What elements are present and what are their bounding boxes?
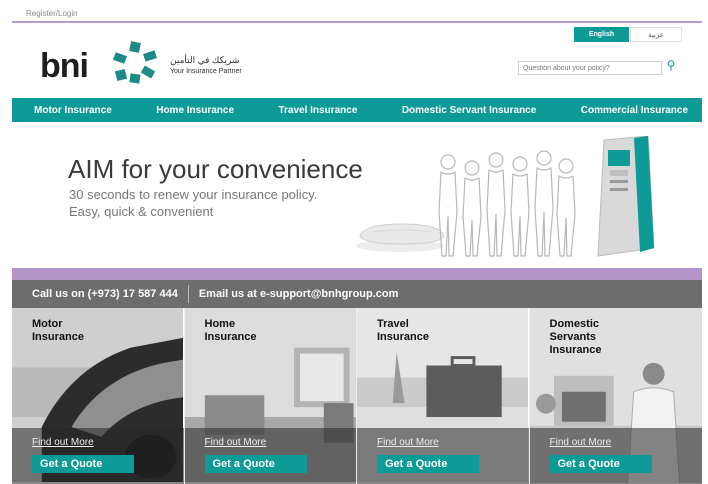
find-out-more-link[interactable]: Find out More: [32, 437, 94, 448]
card-title: Motor Insurance: [32, 318, 84, 343]
get-a-quote-button[interactable]: Get a Quote: [32, 455, 134, 473]
nav-home-insurance[interactable]: Home Insurance: [156, 105, 234, 116]
insurance-cards: Motor Insurance Find out More Get a Quot…: [12, 308, 702, 484]
find-out-more-link[interactable]: Find out More: [205, 437, 267, 448]
nav-commercial-insurance[interactable]: Commercial Insurance: [581, 105, 688, 116]
main-navigation: Motor Insurance Home Insurance Travel In…: [12, 98, 702, 122]
register-login-link[interactable]: Register/Login: [26, 9, 78, 18]
get-a-quote-button[interactable]: Get a Quote: [377, 455, 479, 473]
find-out-more-link[interactable]: Find out More: [550, 437, 612, 448]
nav-motor-insurance[interactable]: Motor Insurance: [34, 105, 112, 116]
bni-logo-text[interactable]: bni: [40, 47, 89, 86]
banner-subtitle: 30 seconds to renew your insurance polic…: [69, 187, 318, 202]
card-title: Domestic Servants Insurance: [549, 318, 602, 356]
policy-question-input[interactable]: [518, 61, 662, 75]
language-english-button[interactable]: English: [574, 27, 629, 42]
card-title: Home Insurance: [204, 318, 257, 343]
aim-kiosk-image: [597, 136, 655, 257]
contact-strip: Call us on (+973) 17 587 444 Email us at…: [12, 280, 702, 308]
language-arabic-button[interactable]: عربية: [630, 27, 682, 42]
nav-travel-insurance[interactable]: Travel Insurance: [278, 105, 357, 116]
brand-tagline: شريكك في التأمين Your Insurance Partner: [170, 55, 270, 75]
banner-title: AIM for your convenience: [68, 154, 363, 184]
find-out-more-link[interactable]: Find out More: [377, 437, 439, 448]
banner-tagline: Easy, quick & convenient: [69, 204, 214, 219]
purple-divider: [12, 268, 702, 280]
motor-insurance-card[interactable]: Motor Insurance Find out More Get a Quot…: [12, 308, 185, 484]
nav-domestic-servant-insurance[interactable]: Domestic Servant Insurance: [402, 105, 537, 116]
domestic-servants-insurance-card[interactable]: Domestic Servants Insurance Find out Mor…: [529, 308, 702, 484]
header-divider-line: [12, 21, 702, 23]
card-title: Travel Insurance: [377, 318, 429, 343]
travel-insurance-card[interactable]: Travel Insurance Find out More Get a Quo…: [357, 308, 530, 484]
bni-logo-icon[interactable]: [108, 40, 160, 86]
email-contact[interactable]: Email us at e-support@bnhgroup.com: [199, 288, 399, 300]
get-a-quote-button[interactable]: Get a Quote: [204, 455, 307, 473]
get-a-quote-button[interactable]: Get a Quote: [549, 455, 652, 473]
home-insurance-card[interactable]: Home Insurance Find out More Get a Quote: [184, 308, 357, 484]
people-queue-illustration: [438, 150, 576, 257]
search-icon[interactable]: ⚲: [664, 58, 678, 72]
phone-contact[interactable]: Call us on (+973) 17 587 444: [32, 288, 178, 300]
hero-banner[interactable]: AIM for your convenience 30 seconds to r…: [12, 122, 702, 268]
contact-separator: [187, 285, 189, 303]
tagline-arabic: شريكك في التأمين: [170, 55, 240, 65]
tagline-english: Your Insurance Partner: [170, 68, 242, 75]
